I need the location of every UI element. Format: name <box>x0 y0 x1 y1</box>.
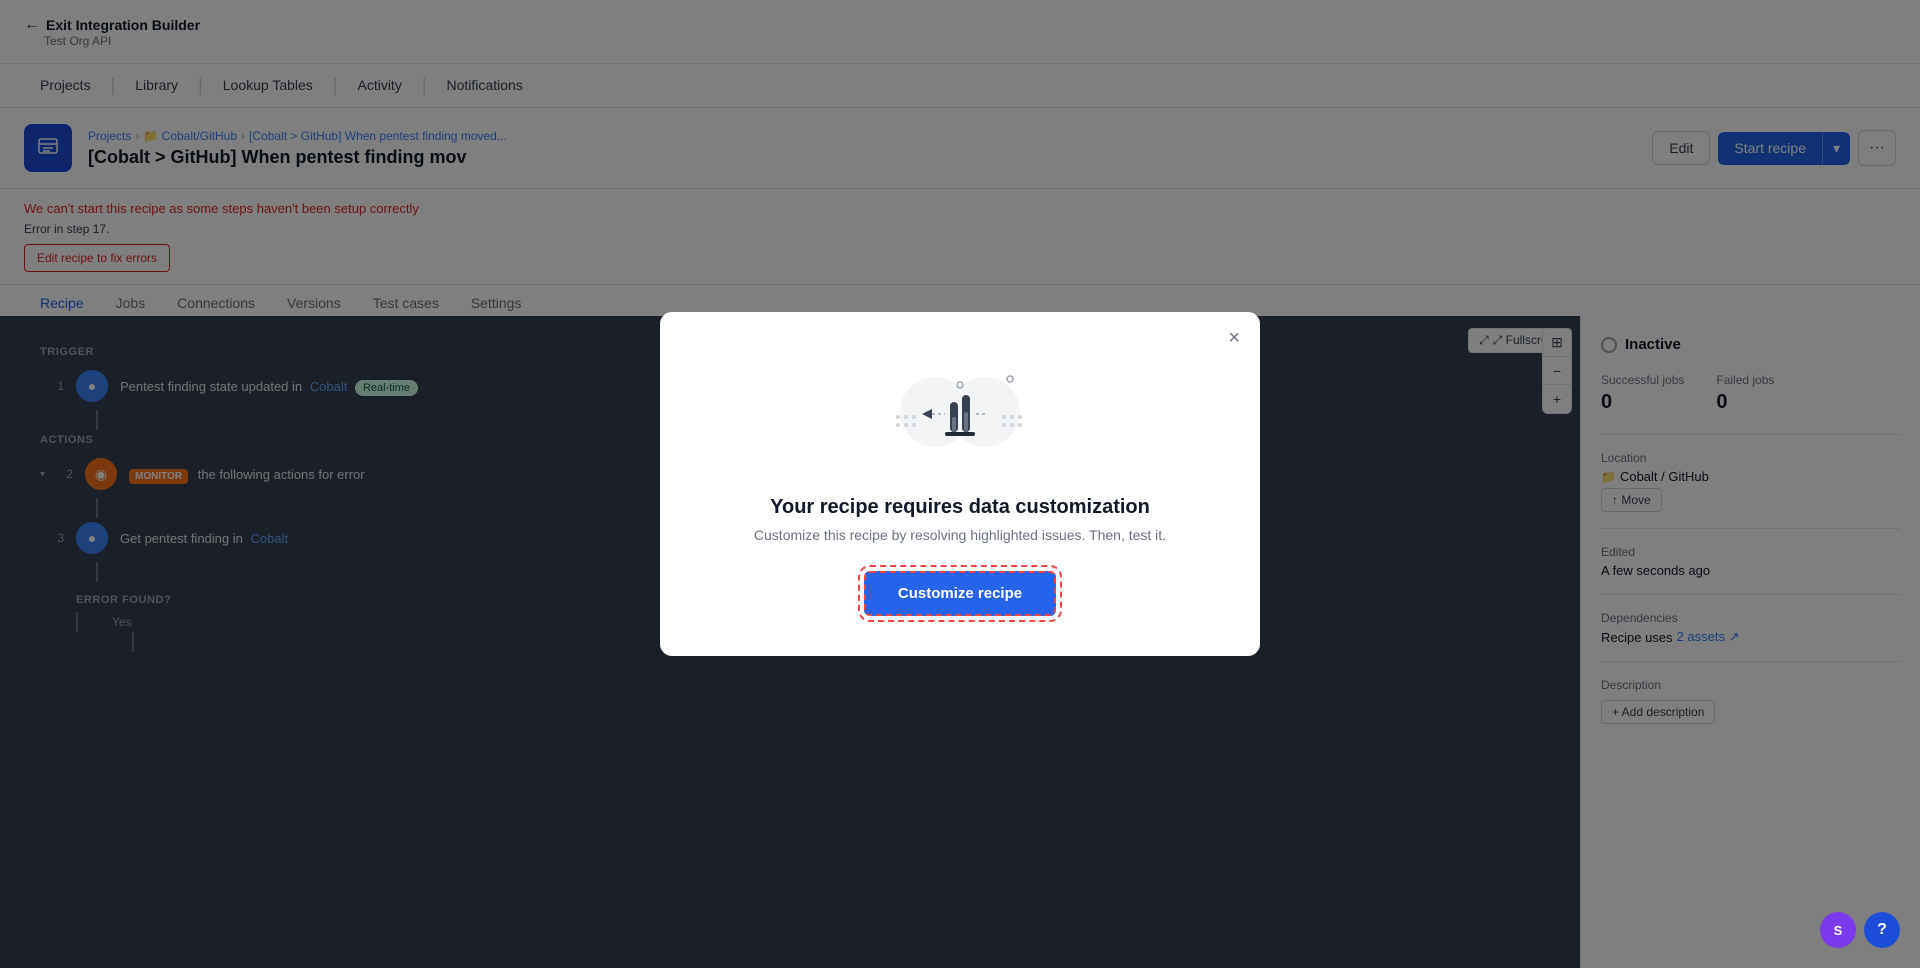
modal-illustration <box>880 352 1040 472</box>
modal: × <box>660 312 1260 656</box>
modal-subtitle: Customize this recipe by resolving highl… <box>754 527 1166 543</box>
modal-title: Your recipe requires data customization <box>770 496 1150 519</box>
avatar: S <box>1820 912 1856 948</box>
avatar-help-group: S ? <box>1820 912 1900 948</box>
customize-recipe-button[interactable]: Customize recipe <box>864 571 1056 616</box>
modal-overlay[interactable]: × <box>0 0 1920 968</box>
help-button[interactable]: ? <box>1864 912 1900 948</box>
modal-close-button[interactable]: × <box>1228 328 1240 348</box>
